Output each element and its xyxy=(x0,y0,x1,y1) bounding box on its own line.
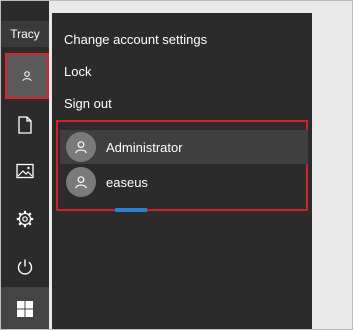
lock-item[interactable]: Lock xyxy=(64,64,91,79)
user-account-button[interactable] xyxy=(5,53,49,99)
pictures-button[interactable] xyxy=(1,147,49,195)
documents-button[interactable] xyxy=(1,101,49,149)
pictures-icon xyxy=(16,163,34,179)
person-icon xyxy=(66,132,96,162)
settings-button[interactable] xyxy=(1,195,49,243)
power-button[interactable] xyxy=(1,243,49,291)
focus-accent-bar xyxy=(115,208,147,212)
person-icon xyxy=(21,70,33,82)
power-icon xyxy=(16,258,34,276)
windows-logo-icon xyxy=(16,300,34,318)
account-item-administrator[interactable]: Administrator xyxy=(60,130,308,164)
change-account-settings-item[interactable]: Change account settings xyxy=(64,32,207,47)
account-name: easeus xyxy=(106,174,148,190)
gear-icon xyxy=(16,210,34,228)
user-name-tooltip: Tracy xyxy=(1,21,49,47)
account-name: Administrator xyxy=(106,139,183,155)
sign-out-item[interactable]: Sign out xyxy=(64,96,112,111)
start-button[interactable] xyxy=(1,287,49,329)
person-icon xyxy=(66,167,96,197)
account-flyout-menu: Change account settings Lock Sign out Ad… xyxy=(52,13,312,329)
start-menu-rail: Tracy xyxy=(1,1,49,329)
document-icon xyxy=(17,116,33,134)
account-item-easeus[interactable]: easeus xyxy=(60,165,308,199)
other-accounts-highlight: Administrator easeus xyxy=(56,120,308,211)
start-menu-window: Tracy Change account settings Lock Sign … xyxy=(0,0,353,330)
